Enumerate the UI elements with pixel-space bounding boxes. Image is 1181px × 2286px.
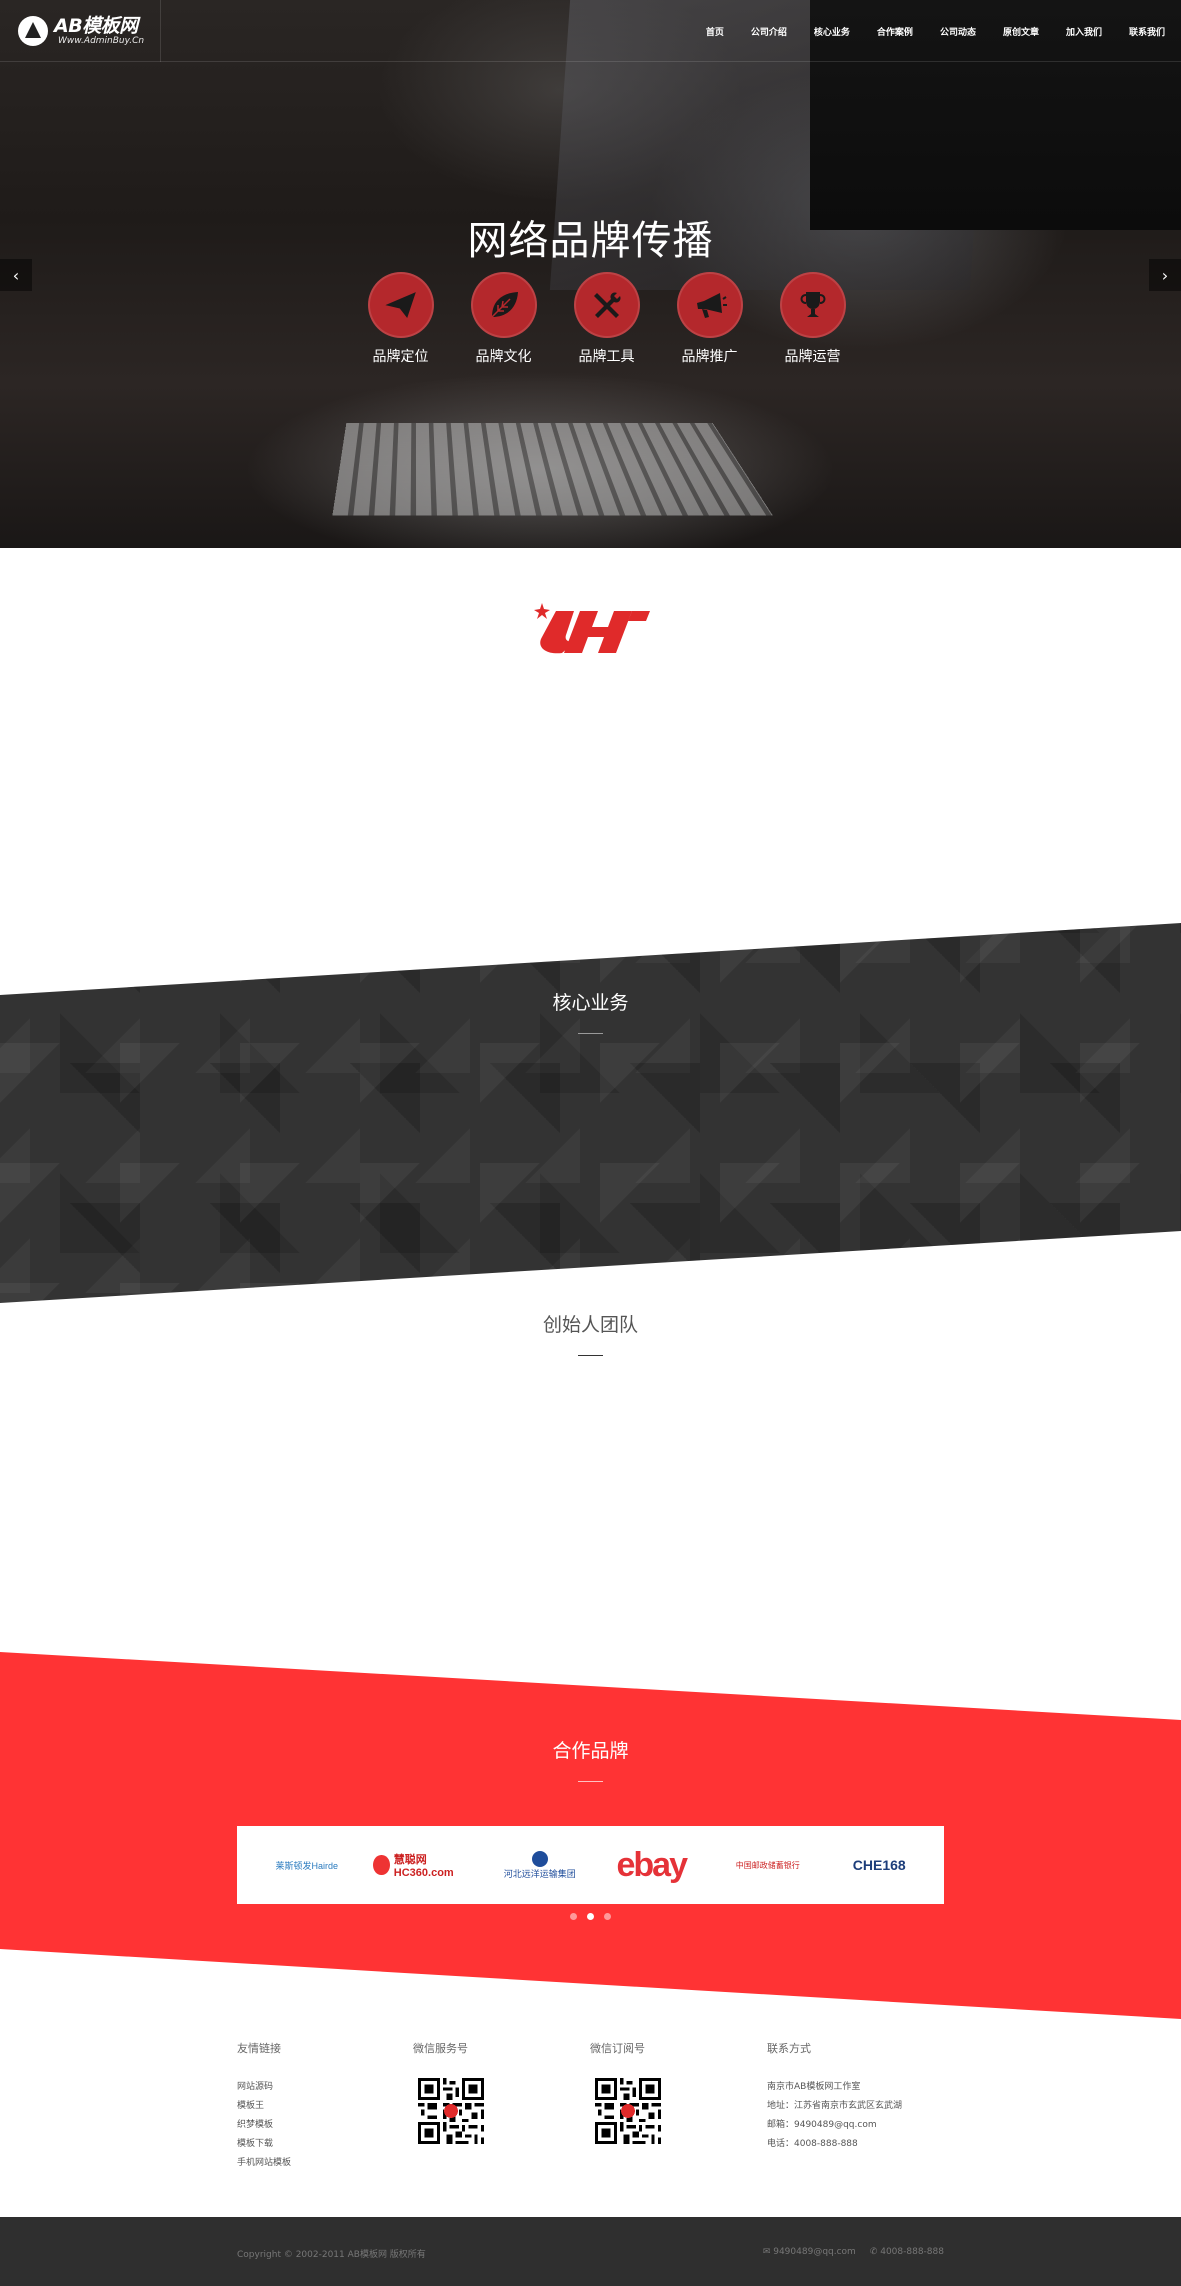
partner-logo-che168[interactable]: CHE168	[839, 1845, 919, 1885]
wechat-subscription-qr-code	[595, 2078, 661, 2144]
hero-banner: 网络品牌传播 品牌定位 品牌文化 品牌工具 品牌推广 品牌运营 ‹ ›	[0, 0, 1181, 548]
friend-link[interactable]: 手机网站模板	[237, 2154, 291, 2173]
bottom-phone: ✆ 4008-888-888	[869, 2247, 944, 2257]
hero-item-promotion[interactable]: 品牌推广	[658, 272, 761, 366]
bottom-bar: Copyright © 2002-2011 AB模板网 版权所有 ✉ 94904…	[0, 2217, 1181, 2286]
wechat-service-column: 微信服务号	[413, 2040, 484, 2144]
partner-logo-cosco[interactable]: 河北远洋运输集团	[495, 1845, 585, 1885]
tools-icon	[573, 272, 640, 338]
wechat-service-title: 微信服务号	[413, 2042, 468, 2055]
hero-label: 品牌文化	[475, 349, 532, 365]
nav-core-business[interactable]: 核心业务	[814, 25, 850, 38]
nav-news[interactable]: 公司动态	[940, 25, 976, 38]
footer-info: 友情链接 网站源码 模板王 织梦模板 模板下载 手机网站模板 微信服务号 微信订…	[237, 2040, 944, 2180]
hero-bg-keyboard	[332, 422, 773, 516]
friend-links-column: 友情链接 网站源码 模板王 织梦模板 模板下载 手机网站模板	[237, 2040, 291, 2173]
hero-item-positioning[interactable]: 品牌定位	[349, 272, 452, 366]
hero-title: 网络品牌传播	[467, 218, 714, 264]
paper-plane-icon	[367, 272, 434, 338]
friend-link[interactable]: 模板王	[237, 2097, 291, 2116]
trophy-icon	[779, 272, 846, 338]
partner-logo-ebay[interactable]: ebay	[606, 1845, 696, 1885]
leaf-icon	[470, 272, 537, 338]
core-business-title: 核心业务	[552, 992, 629, 1014]
hero-item-tools[interactable]: 品牌工具	[555, 272, 658, 366]
nav-home[interactable]: 首页	[706, 25, 724, 38]
contact-title: 联系方式	[767, 2042, 811, 2055]
friend-link[interactable]: 织梦模板	[237, 2116, 291, 2135]
bottom-contact: ✉ 9490489@qq.com ✆ 4008-888-888	[749, 2247, 944, 2257]
hero-label: 品牌工具	[578, 349, 635, 365]
brand-logo	[528, 601, 652, 655]
hc360-mark-icon	[373, 1855, 390, 1875]
site-header: AB模板网 Www.AdminBuy.Cn 首页 公司介绍 核心业务 合作案例 …	[0, 0, 1181, 62]
friend-link[interactable]: 模板下载	[237, 2135, 291, 2154]
partner-logo-hairde[interactable]: 莱斯顿发Hairde	[262, 1845, 352, 1885]
wechat-subscription-title: 微信订阅号	[590, 2042, 645, 2055]
partner-logo-hc360[interactable]: 慧聪网 HC360.com	[373, 1845, 473, 1885]
wechat-subscription-column: 微信订阅号	[590, 2040, 661, 2144]
nav-contact[interactable]: 联系我们	[1129, 25, 1165, 38]
partner-divider	[578, 1781, 603, 1782]
nav-about[interactable]: 公司介绍	[751, 25, 787, 38]
team-divider	[578, 1355, 603, 1356]
slider-next-button[interactable]: ›	[1149, 259, 1181, 291]
bottom-email[interactable]: ✉ 9490489@qq.com	[763, 2247, 856, 2257]
hero-icon-row: 品牌定位 品牌文化 品牌工具 品牌推广 品牌运营	[349, 272, 864, 366]
carousel-pagination	[0, 1913, 1181, 1920]
hero-label: 品牌定位	[372, 349, 429, 365]
contact-address: 地址：江苏省南京市玄武区玄武湖	[767, 2101, 903, 2111]
nav-join[interactable]: 加入我们	[1066, 25, 1102, 38]
core-business-section	[0, 923, 1181, 1303]
megaphone-icon	[676, 272, 743, 338]
hero-item-culture[interactable]: 品牌文化	[452, 272, 555, 366]
contact-column: 联系方式 南京市AB模板网工作室 地址：江苏省南京市玄武区玄武湖 邮箱：9490…	[767, 2040, 902, 2154]
hero-label: 品牌推广	[681, 349, 738, 365]
hero-item-operation[interactable]: 品牌运营	[761, 272, 864, 366]
site-logo[interactable]: AB模板网 Www.AdminBuy.Cn	[0, 0, 161, 62]
friend-link[interactable]: 网站源码	[237, 2078, 291, 2097]
wechat-service-qr-code	[418, 2078, 484, 2144]
core-business-divider	[578, 1033, 603, 1034]
partner-logo-psbc[interactable]: 中国邮政储蓄银行	[718, 1845, 818, 1885]
carousel-dot-active[interactable]	[587, 1913, 594, 1920]
logo-subtitle: Www.AdminBuy.Cn	[58, 36, 145, 46]
main-nav: 首页 公司介绍 核心业务 合作案例 公司动态 原创文章 加入我们 联系我们	[706, 0, 1165, 62]
carousel-dot[interactable]	[570, 1913, 577, 1920]
copyright-text: Copyright © 2002-2011 AB模板网 版权所有	[237, 2250, 426, 2260]
cosco-mark-icon	[531, 1850, 548, 1867]
contact-phone: 电话：4008-888-888	[767, 2139, 858, 2149]
nav-articles[interactable]: 原创文章	[1003, 25, 1039, 38]
slider-prev-button[interactable]: ‹	[0, 259, 32, 291]
partner-title: 合作品牌	[552, 1740, 629, 1762]
carousel-dot[interactable]	[604, 1913, 611, 1920]
hero-label: 品牌运营	[784, 349, 841, 365]
contact-company: 南京市AB模板网工作室	[767, 2082, 861, 2092]
team-title: 创始人团队	[542, 1314, 638, 1336]
logo-title: AB模板网	[54, 15, 138, 37]
nav-cases[interactable]: 合作案例	[877, 25, 913, 38]
partner-carousel: 莱斯顿发Hairde 慧聪网 HC360.com 河北远洋运输集团 ebay 中…	[237, 1826, 944, 1904]
friend-links-title: 友情链接	[237, 2042, 281, 2055]
logo-mark-icon	[18, 16, 48, 46]
contact-email[interactable]: 邮箱：9490489@qq.com	[767, 2116, 902, 2135]
